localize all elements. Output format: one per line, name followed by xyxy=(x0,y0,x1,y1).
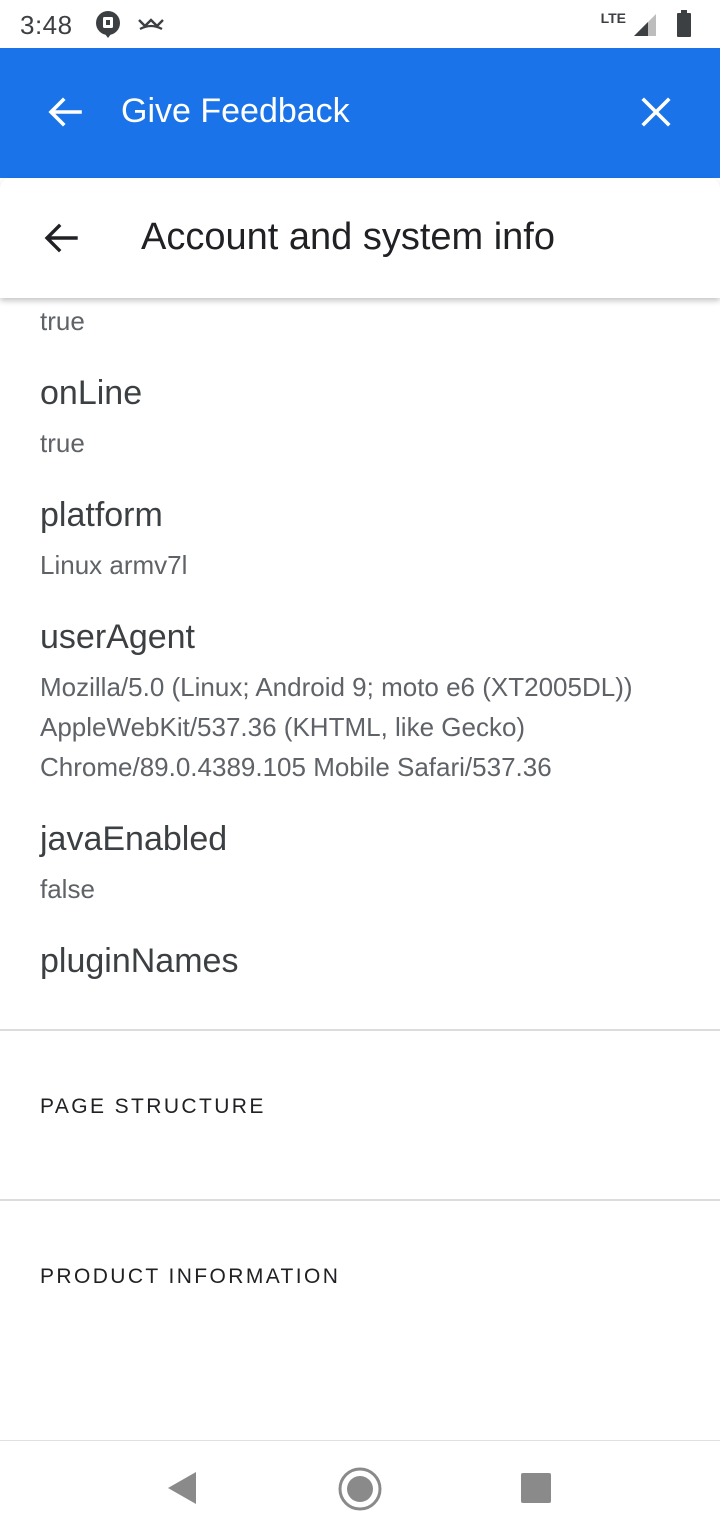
property-name: javaEnabled xyxy=(40,820,228,858)
property-value-line: Chrome/89.0.4389.105 Mobile Safari/537.3… xyxy=(40,752,552,782)
property-name: platform xyxy=(40,496,163,534)
property-value-line: Mozilla/5.0 (Linux; Android 9; moto e6 (… xyxy=(40,672,633,702)
property-value: false xyxy=(40,874,95,904)
app-bar-title: Give Feedback xyxy=(121,92,350,130)
arrow-back-icon[interactable] xyxy=(40,218,80,258)
section-heading-product-information[interactable]: PRODUCT INFORMATION xyxy=(40,1265,340,1289)
signal-icon xyxy=(632,12,658,43)
property-value: Linux armv7l xyxy=(40,550,188,580)
property-name: userAgent xyxy=(40,618,195,656)
status-bar: 3:48 LTE xyxy=(0,0,720,48)
battery-icon xyxy=(676,10,692,43)
recents-square-icon[interactable] xyxy=(520,1472,552,1509)
sub-header: Account and system info xyxy=(0,178,720,298)
arrow-back-icon[interactable] xyxy=(44,91,86,133)
divider xyxy=(0,1199,720,1201)
system-info-list: true onLine true platform Linux armv7l u… xyxy=(0,298,720,1440)
close-icon[interactable] xyxy=(636,92,676,132)
property-value: true xyxy=(40,306,85,336)
property-value-line: AppleWebKit/537.36 (KHTML, like Gecko) xyxy=(40,712,526,742)
page-title: Account and system info xyxy=(141,216,555,258)
missed-call-icon xyxy=(136,14,166,39)
app-bar: Give Feedback xyxy=(0,48,720,178)
notification-icon xyxy=(93,9,123,44)
property-name: pluginNames xyxy=(40,942,239,980)
status-time: 3:48 xyxy=(20,10,73,40)
divider xyxy=(0,1029,720,1031)
home-circle-icon[interactable] xyxy=(337,1466,383,1517)
section-heading-page-structure[interactable]: PAGE STRUCTURE xyxy=(40,1095,266,1119)
network-type-label: LTE xyxy=(600,10,626,26)
system-nav-bar xyxy=(0,1440,720,1536)
property-name: onLine xyxy=(40,374,143,412)
back-triangle-icon[interactable] xyxy=(166,1470,198,1511)
property-value: true xyxy=(40,428,85,458)
